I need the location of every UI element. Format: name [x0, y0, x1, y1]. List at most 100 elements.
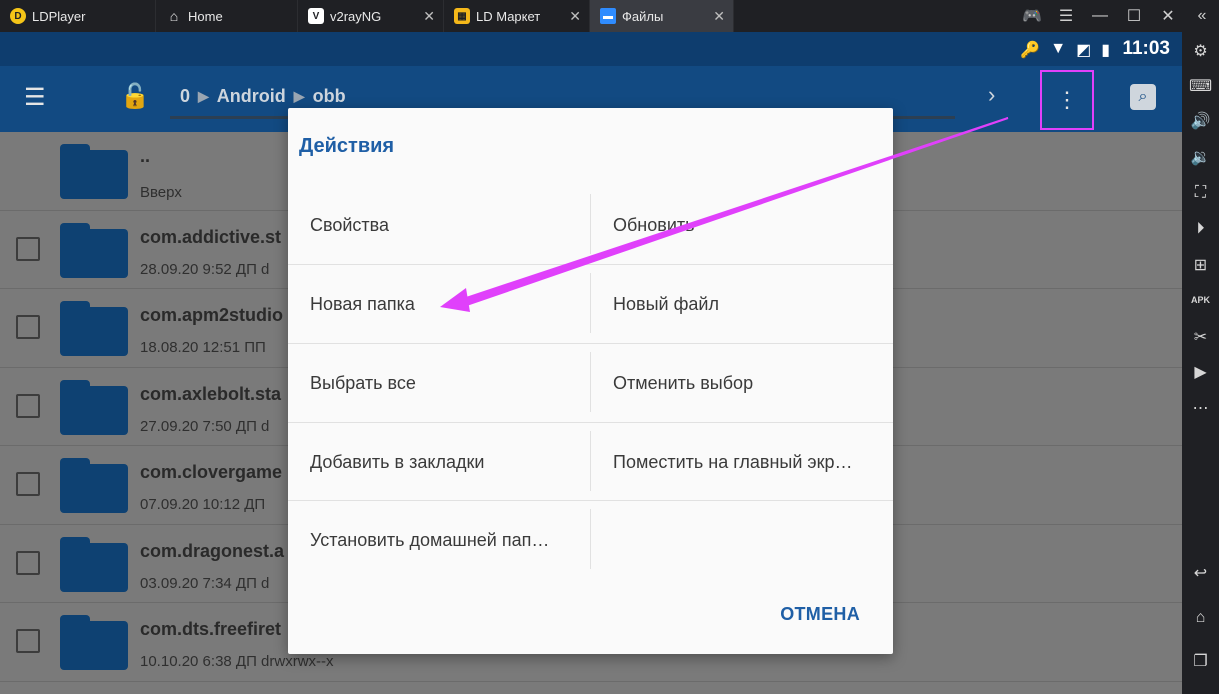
emulator-window: D LDPlayer ⌂ Home V v2rayNG ✕ ▦ LD Марке…: [0, 0, 1219, 694]
file-name: com.clovergame: [140, 462, 283, 482]
apk-icon[interactable]: APK: [1182, 285, 1219, 315]
android-screen: 🔑 ▼ ◩ ▮ 11:03 ☰ 🔓 0 ▶ Android ▶ obb › ⋮ …: [0, 32, 1182, 694]
action-deselect[interactable]: Отменить выбор: [590, 344, 892, 422]
clock: 11:03: [1122, 38, 1170, 59]
key-icon: 🔑: [1020, 42, 1041, 59]
divider-vertical: [590, 509, 591, 569]
tab-label: LD Маркет: [476, 8, 541, 24]
close-tab-icon[interactable]: ✕: [713, 8, 725, 24]
wifi-icon: ▼: [1050, 40, 1067, 57]
chevron-right-icon[interactable]: ›: [988, 82, 995, 108]
divider-vertical: [590, 352, 591, 412]
v2rayng-icon: V: [308, 8, 324, 24]
recents-icon[interactable]: ❐: [1182, 646, 1219, 676]
actions-dialog: Действия Свойства Обновить Новая папка Н…: [288, 108, 893, 654]
emulator-toolbar: ⚙ ⌨ 🔊 🔉 ⛶ ⏵ ⊞ APK ✂ ▶ ⋯ ↩ ⌂ ❐: [1182, 32, 1219, 694]
file-name: ..: [140, 146, 151, 166]
close-tab-icon[interactable]: ✕: [569, 8, 581, 24]
status-bar: 🔑 ▼ ◩ ▮ 11:03: [0, 32, 1182, 66]
breadcrumb-item[interactable]: Android: [217, 86, 286, 107]
video-icon[interactable]: ▶: [1182, 357, 1219, 387]
divider-vertical: [590, 194, 591, 254]
folder-icon: [60, 536, 128, 592]
file-meta: 10.10.20 6:38 ДП drwxrwx--x: [140, 653, 334, 670]
ld-market-icon: ▦: [454, 8, 470, 24]
more-icon[interactable]: ⋯: [1182, 393, 1219, 423]
breadcrumb-item[interactable]: obb: [313, 86, 346, 107]
file-meta: 28.09.20 9:52 ДП d: [140, 260, 270, 278]
close-icon[interactable]: ✕: [1151, 0, 1185, 32]
screenshot-icon[interactable]: ⛶: [1182, 178, 1219, 208]
tab-label: Home: [188, 8, 223, 24]
record-icon[interactable]: ⏵: [1182, 214, 1219, 244]
checkbox[interactable]: [16, 550, 40, 575]
search-icon[interactable]: ⌕: [1130, 84, 1156, 110]
tab-home[interactable]: ⌂ Home: [156, 0, 298, 32]
file-meta: 18.08.20 12:51 ПП: [140, 339, 266, 356]
file-name: com.dragonest.a: [140, 540, 285, 561]
action-add-to-home[interactable]: Поместить на главный экр…: [590, 423, 892, 501]
folder-icon: [60, 458, 128, 513]
close-tab-icon[interactable]: ✕: [423, 8, 435, 24]
more-options-button[interactable]: ⋮: [1040, 70, 1094, 130]
file-name: com.apm2studio: [140, 305, 284, 325]
window-controls: 🎮 ☰ — ☐ ✕ «: [1015, 0, 1219, 32]
minimize-icon[interactable]: —: [1083, 0, 1117, 32]
keyboard-icon[interactable]: ⌨: [1182, 71, 1219, 101]
tab-v2rayng[interactable]: V v2rayNG ✕: [298, 0, 444, 32]
checkbox[interactable]: [16, 236, 40, 261]
file-name: com.dts.freefiret: [140, 619, 282, 639]
folder-icon: [60, 615, 128, 670]
breadcrumb-item[interactable]: 0: [180, 86, 190, 107]
action-new-folder[interactable]: Новая папка: [288, 265, 590, 343]
lock-icon[interactable]: 🔓: [120, 82, 150, 111]
folder-icon: [60, 301, 128, 356]
scissors-icon[interactable]: ✂: [1182, 322, 1219, 352]
tab-label: Файлы: [622, 8, 664, 24]
action-add-bookmark[interactable]: Добавить в закладки: [288, 423, 590, 501]
tab-ld-market[interactable]: ▦ LD Маркет ✕: [444, 0, 590, 32]
back-icon[interactable]: ↩: [1182, 558, 1219, 588]
breadcrumb: 0 ▶ Android ▶ obb: [180, 86, 346, 107]
file-meta: Вверх: [140, 184, 182, 201]
volume-down-icon[interactable]: 🔉: [1182, 142, 1219, 172]
settings-icon[interactable]: ⚙: [1182, 36, 1219, 66]
title-bar: D LDPlayer ⌂ Home V v2rayNG ✕ ▦ LD Марке…: [0, 0, 1219, 32]
action-select-all[interactable]: Выбрать все: [288, 344, 590, 422]
checkbox[interactable]: [16, 472, 40, 496]
checkbox[interactable]: [16, 393, 40, 418]
action-refresh[interactable]: Обновить: [590, 186, 892, 264]
folder-icon: [60, 144, 128, 199]
hamburger-icon[interactable]: ☰: [1049, 0, 1083, 32]
tab-label: LDPlayer: [32, 8, 86, 24]
breadcrumb-separator-icon: ▶: [293, 88, 305, 104]
dialog-title: Действия: [299, 135, 395, 157]
no-sim-icon: ◩: [1076, 42, 1092, 59]
file-meta: 03.09.20 7:34 ДП d: [140, 574, 270, 592]
home-icon[interactable]: ⌂: [1182, 603, 1219, 633]
checkbox[interactable]: [16, 629, 40, 653]
menu-icon[interactable]: ☰: [24, 84, 52, 112]
folder-icon: [60, 379, 128, 435]
add-app-icon[interactable]: ⊞: [1182, 250, 1219, 280]
checkbox[interactable]: [16, 315, 40, 339]
file-meta: 07.09.20 10:12 ДП: [140, 496, 266, 513]
divider-vertical: [590, 431, 591, 491]
action-new-file[interactable]: Новый файл: [590, 265, 892, 343]
folder-icon: ▬: [600, 8, 616, 24]
tab-files[interactable]: ▬ Файлы ✕: [590, 0, 734, 32]
tab-ldplayer[interactable]: D LDPlayer: [0, 0, 156, 32]
maximize-icon[interactable]: ☐: [1117, 0, 1151, 32]
status-icons: 🔑 ▼ ◩ ▮: [1020, 40, 1110, 60]
action-empty: [590, 501, 892, 579]
file-name: com.addictive.st: [140, 226, 282, 247]
battery-charging-icon: ▮: [1101, 42, 1110, 59]
ldplayer-logo-icon: D: [10, 8, 26, 24]
gamepad-icon[interactable]: 🎮: [1015, 0, 1049, 32]
volume-up-icon[interactable]: 🔊: [1182, 106, 1219, 136]
action-set-home-folder[interactable]: Установить домашней пап…: [288, 501, 590, 579]
folder-icon: [60, 222, 128, 278]
cancel-button[interactable]: ОТМЕНА: [780, 604, 860, 625]
collapse-sidebar-icon[interactable]: «: [1185, 0, 1219, 32]
action-properties[interactable]: Свойства: [288, 186, 590, 264]
